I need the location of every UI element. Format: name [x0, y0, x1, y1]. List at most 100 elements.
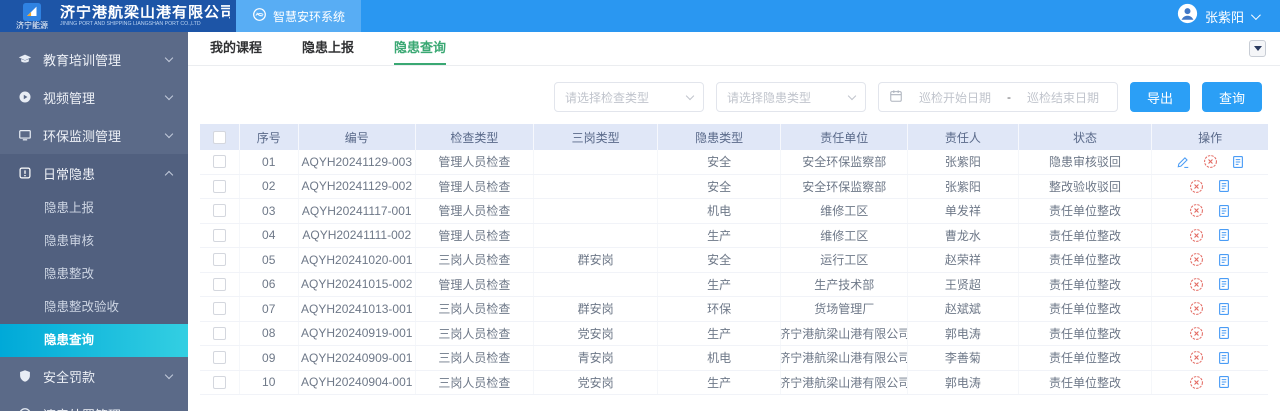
sidebar-item-hazard-report[interactable]: 隐患上报: [0, 192, 188, 225]
cell-person: 赵荣祥: [908, 248, 1019, 272]
cell-status: 责任单位整改: [1019, 223, 1153, 247]
edit-button[interactable]: [1176, 155, 1190, 169]
detail-button[interactable]: [1217, 277, 1231, 291]
cell-hazard_type: 环保: [658, 297, 782, 321]
reject-button[interactable]: [1203, 154, 1218, 169]
row-checkbox[interactable]: [212, 351, 226, 365]
row-checkbox[interactable]: [212, 375, 226, 389]
sidebar-item-hazard-review[interactable]: 隐患审核: [0, 225, 188, 258]
row-checkbox[interactable]: [212, 228, 226, 242]
sidebar-item-label: 违章处罚管理: [43, 405, 166, 411]
sidebar-item-safety-fine[interactable]: 安全罚款: [0, 357, 188, 395]
table-row: 04 AQYH20241111-002 管理人员检查 生产 维修工区 曹龙水 责任单位整改: [200, 223, 1268, 248]
chevron-up-icon: [164, 170, 174, 179]
date-range-picker[interactable]: 巡检开始日期 - 巡检结束日期: [877, 82, 1118, 112]
hazard-type-select[interactable]: 请选择隐患类型: [715, 82, 866, 112]
cell-check_type: 管理人员检查: [416, 199, 535, 223]
detail-button[interactable]: [1231, 155, 1245, 169]
row-checkbox-cell: [200, 370, 240, 394]
detail-button[interactable]: [1217, 375, 1231, 389]
sidebar-section-daily-hazard: 日常隐患 隐患上报 隐患审核 隐患整改 隐患整改验收 隐患查询: [0, 154, 188, 357]
sidebar-item-hazard-rectify[interactable]: 隐患整改: [0, 258, 188, 291]
cell-unit: 济宁港航梁山港有限公司: [781, 370, 909, 394]
row-checkbox[interactable]: [212, 253, 226, 267]
user-name: 张紫阳: [1204, 9, 1244, 25]
table-header-1: 序号: [240, 124, 299, 150]
row-checkbox[interactable]: [212, 326, 226, 340]
cell-person: 曹龙水: [908, 223, 1019, 247]
query-button[interactable]: 查询: [1201, 82, 1262, 112]
detail-button[interactable]: [1217, 302, 1231, 316]
cell-status: 责任单位整改: [1019, 370, 1153, 394]
tab-my-courses[interactable]: 我的课程: [210, 32, 262, 66]
cell-person: 单发祥: [908, 199, 1019, 223]
sidebar-item-env-monitoring[interactable]: 环保监测管理: [0, 116, 188, 154]
sidebar-item-hazard-rectify-accept[interactable]: 隐患整改验收: [0, 291, 188, 324]
reject-button[interactable]: [1189, 375, 1204, 390]
row-checkbox-cell: [200, 199, 240, 223]
table-row: 06 AQYH20241015-002 管理人员检查 生产 生产技术部 王贤超 责任单位整改: [200, 272, 1268, 297]
check-type-select[interactable]: 请选择检查类型: [553, 82, 704, 112]
table-header-7: 责任人: [908, 124, 1019, 150]
tab-hazard-report[interactable]: 隐患上报: [302, 32, 354, 66]
reject-button[interactable]: [1189, 277, 1204, 292]
system-badge[interactable]: 智慧安环系统: [236, 0, 362, 32]
export-button[interactable]: 导出: [1129, 82, 1190, 112]
detail-button[interactable]: [1217, 179, 1231, 193]
sidebar-item-violation-penalty[interactable]: 违章处罚管理: [0, 395, 188, 411]
reject-button[interactable]: [1189, 252, 1204, 267]
circle-icon: [18, 407, 33, 411]
row-checkbox-cell: [200, 321, 240, 345]
table-header-row: 序号 编号 检查类型 三岗类型 隐患类型 责任单位 责任人 状态 操作: [200, 124, 1268, 150]
row-checkbox[interactable]: [212, 179, 226, 193]
cell-hazard_type: 机电: [658, 346, 782, 370]
row-checkbox[interactable]: [212, 302, 226, 316]
cell-hazard_type: 生产: [658, 223, 782, 247]
tab-bar: 我的课程 隐患上报 隐患查询: [188, 32, 1280, 66]
cell-person: 张紫阳: [908, 150, 1019, 174]
detail-button[interactable]: [1217, 228, 1231, 242]
table-header-8: 状态: [1019, 124, 1153, 150]
cell-post_type: 群安岗: [534, 297, 658, 321]
reject-button[interactable]: [1189, 326, 1204, 341]
row-checkbox[interactable]: [212, 277, 226, 291]
reject-button[interactable]: [1189, 228, 1204, 243]
cell-status: 责任单位整改: [1019, 199, 1153, 223]
detail-button[interactable]: [1217, 326, 1231, 340]
company-name-en: JINING PORT AND SHIPPING LIANGSHAN PORT …: [60, 21, 201, 28]
sidebar-section-violation-penalty: 违章处罚管理: [0, 395, 188, 411]
reject-button[interactable]: [1189, 301, 1204, 316]
sidebar-item-video-management[interactable]: 视频管理: [0, 78, 188, 116]
sidebar-item-education-training[interactable]: 教育培训管理: [0, 40, 188, 78]
reject-button[interactable]: [1189, 203, 1204, 218]
cell-unit: 生产技术部: [781, 272, 909, 296]
sidebar-item-daily-hazard[interactable]: 日常隐患: [0, 154, 188, 192]
cell-unit: 运行工区: [781, 248, 909, 272]
select-all-checkbox[interactable]: [212, 130, 226, 144]
sidebar-submenu-daily-hazard: 隐患上报 隐患审核 隐患整改 隐患整改验收 隐患查询: [0, 192, 188, 357]
chevron-down-icon: [164, 370, 174, 379]
row-checkbox[interactable]: [212, 155, 226, 169]
sidebar-item-hazard-query[interactable]: 隐患查询: [0, 324, 188, 357]
cell-unit: 济宁港航梁山港有限公司: [781, 346, 909, 370]
row-checkbox[interactable]: [212, 204, 226, 218]
cell-unit: 济宁港航梁山港有限公司: [781, 321, 909, 345]
table-header-2: 编号: [299, 124, 416, 150]
user-menu[interactable]: 张紫阳: [1177, 0, 1280, 32]
cell-no: 02: [240, 174, 299, 198]
cell-hazard_type: 生产: [658, 370, 782, 394]
sidebar-item-label: 教育培训管理: [43, 52, 122, 68]
cell-unit: 安全环保监察部: [781, 150, 909, 174]
cell-actions: [1152, 297, 1268, 321]
detail-button[interactable]: [1217, 253, 1231, 267]
reject-button[interactable]: [1189, 179, 1204, 194]
collapse-tabs-button[interactable]: [1249, 40, 1266, 57]
row-checkbox-cell: [200, 248, 240, 272]
table-row: 09 AQYH20240909-001 三岗人员检查 青安岗 机电 济宁港航梁山港有限公司…: [200, 346, 1268, 371]
detail-button[interactable]: [1217, 351, 1231, 365]
cell-person: 郭电涛: [908, 321, 1019, 345]
cell-no: 07: [240, 297, 299, 321]
tab-hazard-query[interactable]: 隐患查询: [394, 32, 447, 66]
detail-button[interactable]: [1217, 204, 1231, 218]
reject-button[interactable]: [1189, 350, 1204, 365]
